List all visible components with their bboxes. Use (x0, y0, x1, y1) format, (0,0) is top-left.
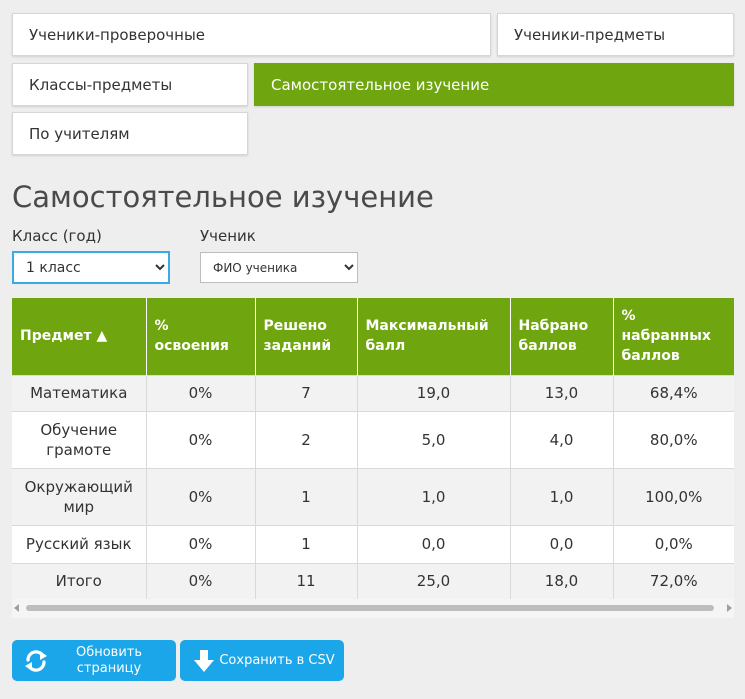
refresh-page-button[interactable]: Обновить страницу (12, 640, 176, 681)
tab-students-tests[interactable]: Ученики-проверочные (12, 13, 491, 56)
table-row: Математика 0% 7 19,0 13,0 68,4% (12, 374, 734, 411)
cell-solved: 2 (255, 410, 358, 468)
tab-label: Ученики-проверочные (29, 25, 206, 44)
cell-mastery: 0% (146, 524, 256, 563)
table-row: Обучение грамоте 0% 2 5,0 4,0 80,0% (12, 410, 734, 468)
tab-label: Самостоятельное изучение (271, 75, 490, 94)
cell-score: 0,0 (510, 524, 614, 563)
column-header-solved[interactable]: Решено заданий (255, 298, 358, 375)
save-csv-button[interactable]: Сохранить в CSV (180, 640, 344, 681)
refresh-button-label: Обновить страницу (75, 644, 143, 676)
cell-max-score: 1,0 (357, 467, 511, 525)
cell-score: 4,0 (510, 410, 614, 468)
cell-mastery: 0% (146, 467, 256, 525)
cell-max-score: 25,0 (357, 562, 511, 599)
cell-score-percent: 68,4% (613, 374, 734, 411)
cell-max-score: 5,0 (357, 410, 511, 468)
student-filter-label: Ученик (200, 227, 256, 245)
cell-score-percent: 0,0% (613, 524, 734, 563)
column-header-mastery[interactable]: % освоения (146, 298, 256, 375)
tab-self-study[interactable]: Самостоятельное изучение (254, 63, 734, 106)
page-title: Самостоятельное изучение (12, 180, 434, 214)
tab-students-subjects[interactable]: Ученики-предметы (497, 13, 734, 56)
cell-mastery: 0% (146, 374, 256, 411)
table-row: Окружающий мир 0% 1 1,0 1,0 100,0% (12, 467, 734, 525)
scrollbar-thumb[interactable] (26, 605, 714, 611)
cell-solved: 1 (255, 524, 358, 563)
tab-label: Классы-предметы (29, 75, 173, 94)
cell-score-percent: 100,0% (613, 467, 734, 525)
scroll-left-arrow-icon[interactable] (14, 604, 19, 612)
horizontal-scrollbar[interactable] (12, 603, 734, 613)
refresh-icon (25, 649, 47, 672)
save-button-label: Сохранить в CSV (219, 652, 335, 668)
column-header-subject[interactable]: Предмет ▲ (12, 298, 147, 375)
cell-subject: Окружающий мир (12, 467, 147, 525)
scroll-right-arrow-icon[interactable] (727, 604, 732, 612)
results-table: Предмет ▲ % освоения Решено заданий Макс… (12, 298, 734, 599)
cell-max-score: 0,0 (357, 524, 511, 563)
cell-solved: 1 (255, 467, 358, 525)
cell-score: 18,0 (510, 562, 614, 599)
column-header-score-percent[interactable]: % набранных баллов (613, 298, 734, 375)
cell-subject: Обучение грамоте (12, 410, 147, 468)
table-total-row: Итого 0% 11 25,0 18,0 72,0% (12, 562, 734, 599)
class-select[interactable]: 1 класс (12, 251, 170, 284)
student-select[interactable]: ФИО ученика (200, 252, 358, 283)
download-arrow-icon (194, 649, 214, 672)
column-header-score[interactable]: Набрано баллов (510, 298, 614, 375)
cell-score: 13,0 (510, 374, 614, 411)
cell-score-percent: 72,0% (613, 562, 734, 599)
column-header-max-score[interactable]: Максимальный балл (357, 298, 511, 375)
cell-subject: Русский язык (12, 524, 147, 563)
table-header-row: Предмет ▲ % освоения Решено заданий Макс… (12, 298, 734, 375)
cell-subject: Математика (12, 374, 147, 411)
tab-label: Ученики-предметы (514, 25, 666, 44)
cell-mastery: 0% (146, 562, 256, 599)
tab-label: По учителям (29, 124, 130, 143)
results-table-container: Предмет ▲ % освоения Решено заданий Макс… (12, 298, 734, 618)
tab-classes-subjects[interactable]: Классы-предметы (12, 63, 248, 106)
cell-score-percent: 80,0% (613, 410, 734, 468)
class-filter-label: Класс (год) (12, 227, 102, 245)
cell-score: 1,0 (510, 467, 614, 525)
table-row: Русский язык 0% 1 0,0 0,0 0,0% (12, 524, 734, 563)
cell-max-score: 19,0 (357, 374, 511, 411)
cell-solved: 11 (255, 562, 358, 599)
cell-solved: 7 (255, 374, 358, 411)
cell-mastery: 0% (146, 410, 256, 468)
cell-subject: Итого (12, 562, 147, 599)
tab-by-teachers[interactable]: По учителям (12, 112, 248, 155)
